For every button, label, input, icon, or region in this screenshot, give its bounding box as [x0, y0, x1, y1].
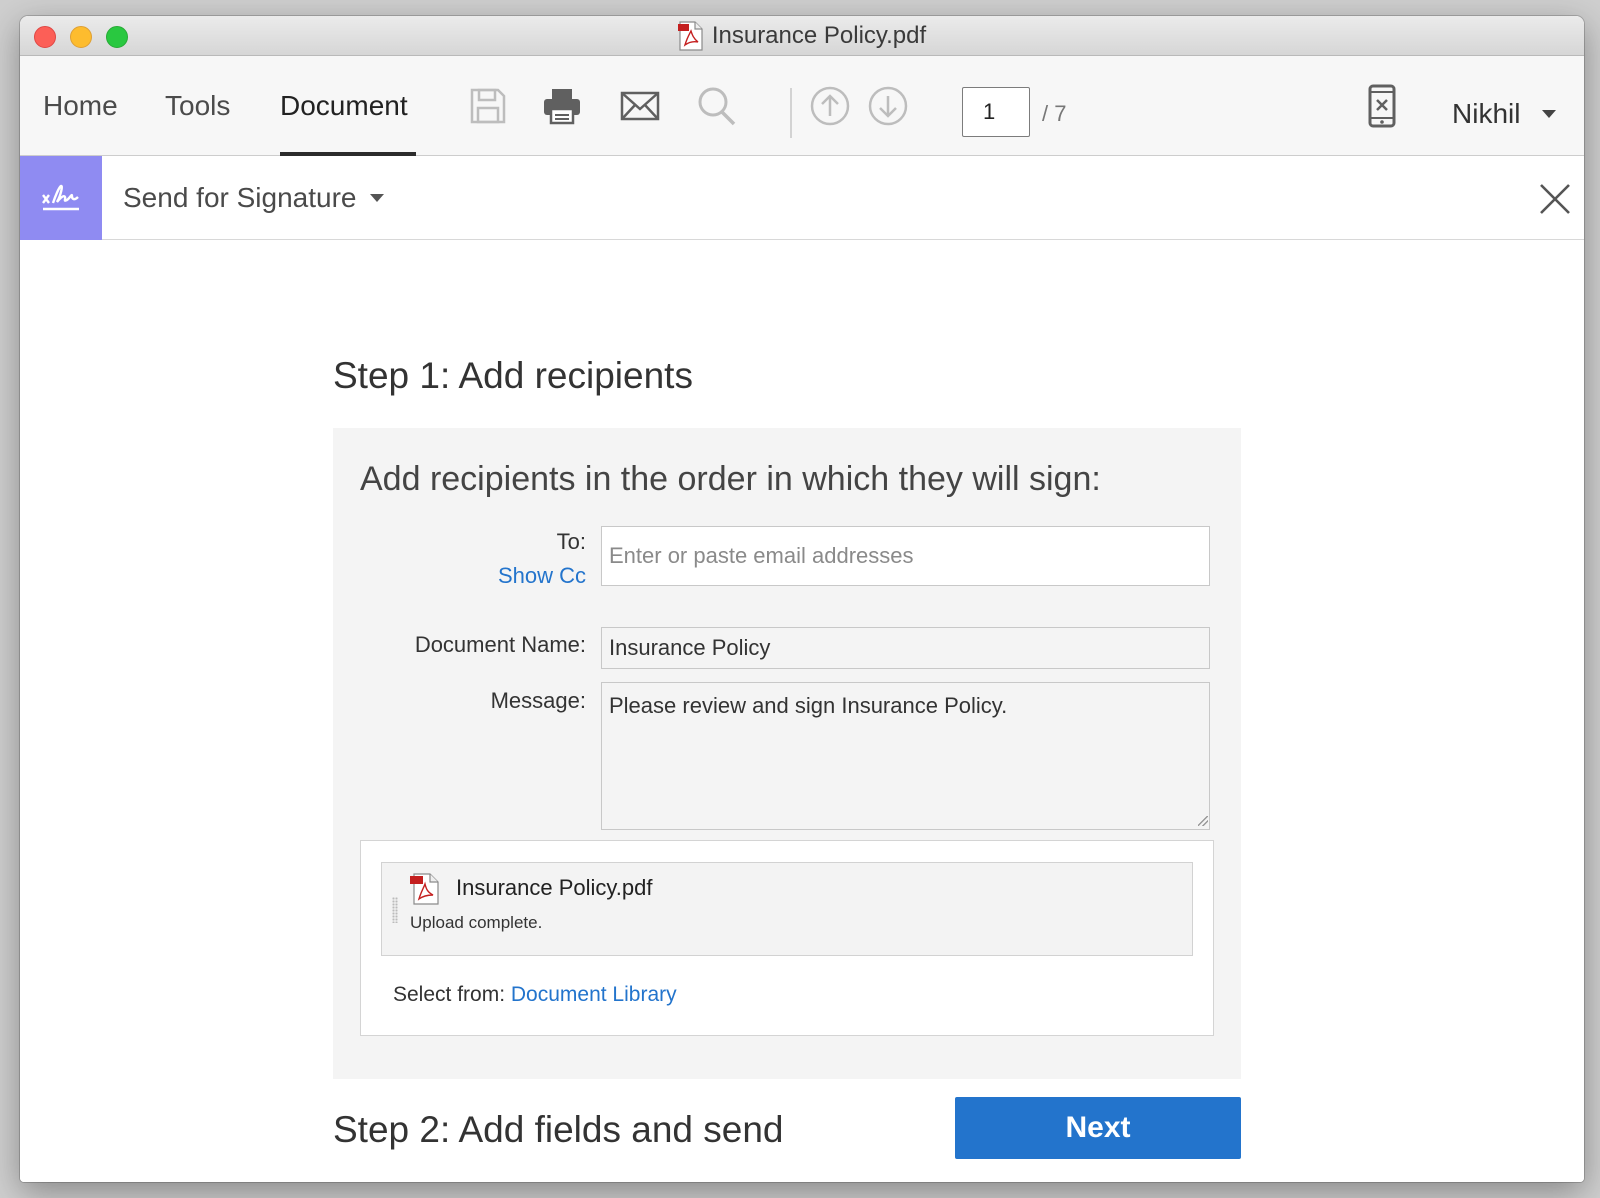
- save-icon[interactable]: [466, 84, 510, 128]
- signature-tool-bar: Send for Signature: [20, 156, 1584, 240]
- next-page-icon[interactable]: [866, 84, 910, 128]
- uploaded-file-name: Insurance Policy.pdf: [456, 875, 653, 900]
- recipient-email-input[interactable]: [601, 526, 1210, 586]
- message-textarea[interactable]: Please review and sign Insurance Policy.: [601, 682, 1210, 830]
- message-label: Message:: [490, 688, 586, 713]
- document-name-field[interactable]: [601, 627, 1210, 669]
- pdf-file-icon: [677, 21, 703, 51]
- mobile-link-icon[interactable]: [1362, 84, 1402, 128]
- chevron-down-icon[interactable]: [1542, 110, 1556, 118]
- select-from-row: Select from: Document Library: [393, 983, 677, 1007]
- signature-icon: [42, 184, 79, 211]
- signature-tool-title[interactable]: Send for Signature: [123, 182, 357, 214]
- print-icon[interactable]: [540, 84, 584, 128]
- uploaded-file-item: Insurance Policy.pdf Upload complete.: [381, 862, 1193, 956]
- tab-document-label: Document: [280, 90, 408, 121]
- upload-status: Upload complete.: [410, 913, 543, 932]
- drag-handle-icon[interactable]: [392, 897, 398, 923]
- tab-home[interactable]: Home: [43, 56, 118, 156]
- tab-home-label: Home: [43, 90, 118, 121]
- window-title: Insurance Policy.pdf: [711, 22, 927, 49]
- recipients-panel: Add recipients in the order in which the…: [333, 428, 1241, 1079]
- document-library-link[interactable]: Document Library: [511, 983, 677, 1006]
- resize-grip-icon[interactable]: [1198, 816, 1208, 826]
- app-window: Insurance Policy.pdf Home Tools Document: [20, 16, 1584, 1182]
- title-bar: Insurance Policy.pdf: [20, 16, 1584, 56]
- search-icon[interactable]: [694, 84, 738, 128]
- signature-tool-badge: [20, 156, 102, 240]
- tab-tools[interactable]: Tools: [165, 56, 230, 156]
- page-number-input[interactable]: [962, 87, 1030, 137]
- pdf-file-icon: [410, 873, 439, 905]
- select-from-label: Select from:: [393, 983, 506, 1006]
- tab-tools-label: Tools: [165, 90, 231, 121]
- step2-heading: Step 2: Add fields and send: [333, 1109, 784, 1150]
- close-icon[interactable]: [1538, 182, 1572, 216]
- mail-icon[interactable]: [618, 84, 662, 128]
- window-title-group: Insurance Policy.pdf: [20, 16, 1584, 56]
- previous-page-icon[interactable]: [808, 84, 852, 128]
- recipients-instruction: Add recipients in the order in which the…: [360, 460, 1101, 498]
- tab-document[interactable]: Document: [280, 56, 416, 156]
- documents-box: Insurance Policy.pdf Upload complete. Se…: [360, 840, 1214, 1036]
- main-content: Step 1: Add recipients Add recipients in…: [20, 241, 1584, 1182]
- document-name-label: Document Name:: [414, 632, 586, 657]
- step1-heading: Step 1: Add recipients: [333, 355, 693, 396]
- page-total: / 7: [1042, 101, 1067, 126]
- toolbar-divider: [790, 88, 792, 138]
- user-name[interactable]: Nikhil: [1452, 98, 1520, 130]
- show-cc-link[interactable]: Show Cc: [498, 563, 586, 589]
- next-button[interactable]: Next: [955, 1097, 1241, 1159]
- main-toolbar: Home Tools Document 1 / 7 Nikhil: [20, 56, 1584, 156]
- chevron-down-icon[interactable]: [370, 194, 384, 202]
- to-label: To:: [556, 529, 586, 554]
